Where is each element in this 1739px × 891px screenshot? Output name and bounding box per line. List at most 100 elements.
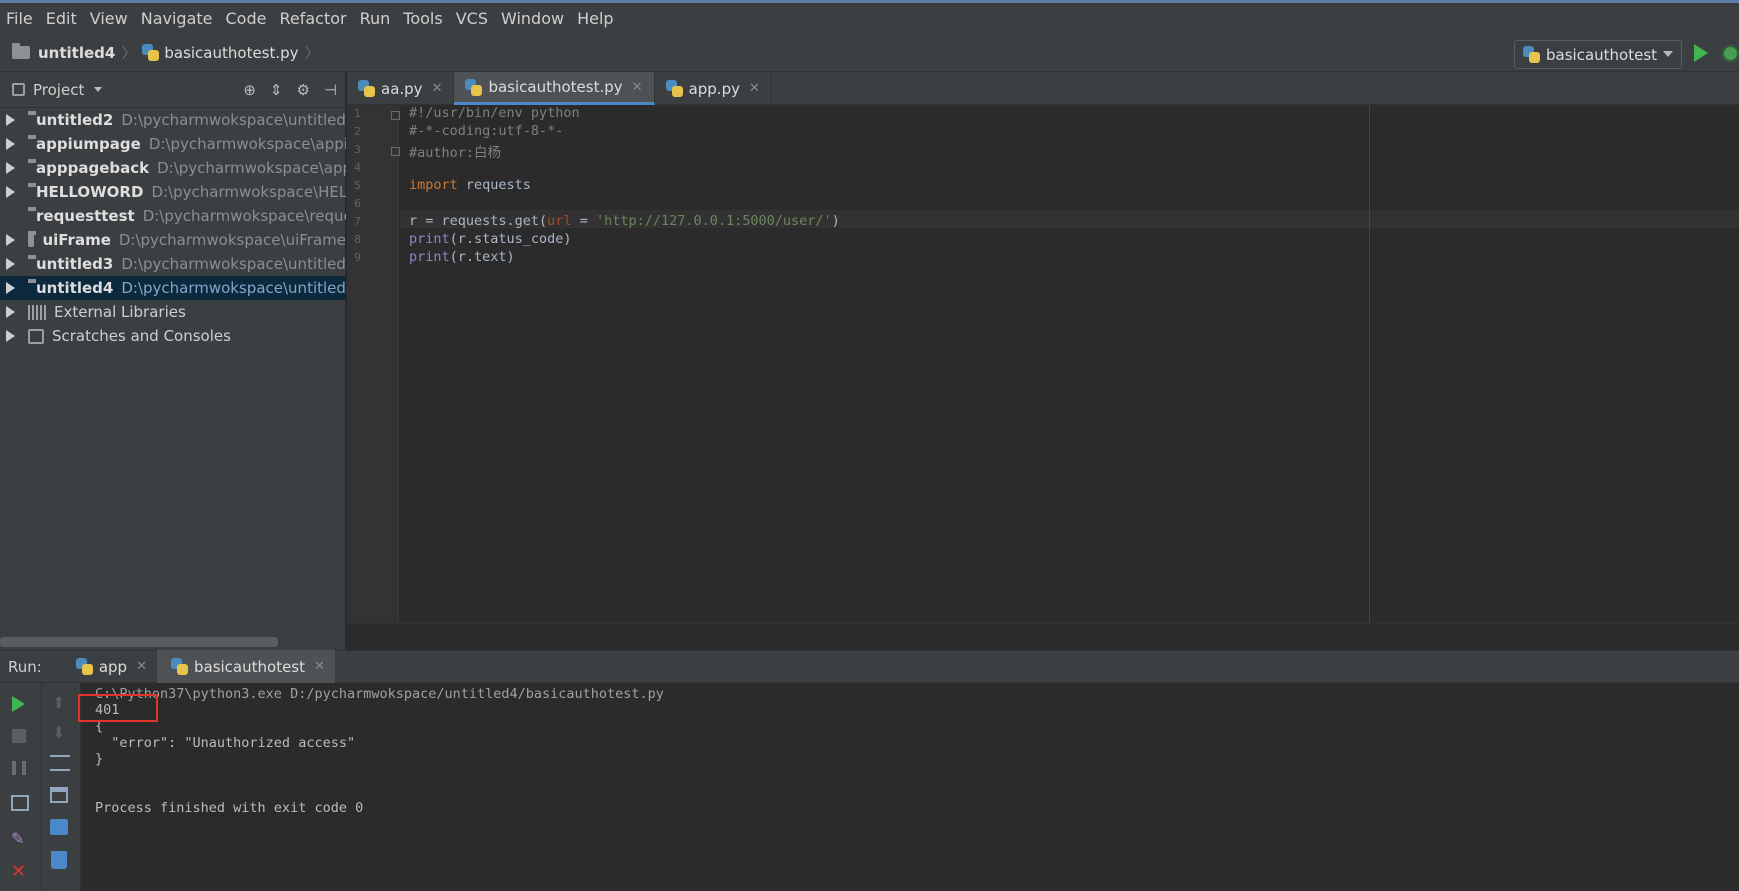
close-icon[interactable]: ✕ <box>432 81 443 96</box>
tree-item-name: uiFrame <box>42 231 111 249</box>
pin-tab-icon[interactable]: ✎ <box>11 829 28 848</box>
expand-arrow-icon[interactable] <box>6 234 15 246</box>
pause-icon[interactable] <box>12 761 26 775</box>
tree-item-path: D:\pycharmwokspace\untitled4 <box>121 279 346 297</box>
tree-item-uiframe[interactable]: uiFrame D:\pycharmwokspace\uiFrame <box>0 228 346 252</box>
tree-item-path: D:\pycharmwokspace\appiumpage <box>148 135 346 153</box>
project-panel-title[interactable]: Project <box>33 81 84 99</box>
close-icon[interactable]: ✕ <box>749 81 760 96</box>
close-icon[interactable]: ✕ <box>136 659 147 674</box>
close-icon[interactable]: ✕ <box>314 659 325 674</box>
console-error-line: "error": "Unauthorized access" <box>95 735 356 751</box>
soft-wrap-icon[interactable] <box>50 755 70 771</box>
tree-item-appiumpage[interactable]: appiumpage D:\pycharmwokspace\appiumpage <box>0 132 346 156</box>
breadcrumb-file[interactable]: basicauthotest.py <box>164 44 298 62</box>
tree-item-external-libraries[interactable]: External Libraries <box>0 300 346 324</box>
breadcrumb-separator-icon: 〉 <box>304 44 320 62</box>
menu-file[interactable]: File <box>6 9 33 28</box>
breadcrumb-project[interactable]: untitled4 <box>38 44 115 62</box>
close-icon[interactable]: ✕ <box>632 80 643 95</box>
line-number: 2 <box>354 125 361 138</box>
menu-tools[interactable]: Tools <box>403 9 442 28</box>
run-icon[interactable] <box>1694 44 1708 62</box>
menu-window[interactable]: Window <box>501 9 564 28</box>
tree-item-helloword[interactable]: HELLOWORD D:\pycharmwokspace\HELLOWORD <box>0 180 346 204</box>
code-text: requests <box>457 177 531 193</box>
close-run-icon[interactable]: ✕ <box>11 861 28 882</box>
expand-arrow-icon[interactable] <box>6 306 15 318</box>
run-panel-label: Run: <box>8 657 42 676</box>
console-brace-close: } <box>95 751 104 767</box>
tree-item-requesttest[interactable]: requesttest D:\pycharmwokspace\requestte… <box>0 204 346 228</box>
expand-arrow-icon[interactable] <box>6 114 15 126</box>
menu-navigate[interactable]: Navigate <box>141 9 213 28</box>
folder-icon <box>12 43 30 59</box>
tree-item-path: D:\pycharmwokspace\uiFrame <box>118 231 346 249</box>
expand-arrow-icon[interactable] <box>6 258 15 270</box>
menu-run[interactable]: Run <box>360 9 391 28</box>
trash-icon[interactable] <box>51 851 67 869</box>
tree-item-untitled3[interactable]: untitled3 D:\pycharmwokspace\untitled3 <box>0 252 346 276</box>
tab-app-py[interactable]: app.py ✕ <box>655 72 772 105</box>
folder-icon <box>28 230 37 247</box>
code-text: (r.text) <box>449 249 515 265</box>
gear-icon[interactable]: ⚙ <box>296 81 309 99</box>
tab-aa-py[interactable]: aa.py ✕ <box>347 72 455 105</box>
menu-vcs[interactable]: VCS <box>456 9 488 28</box>
run-tab-basicauthotest[interactable]: basicauthotest ✕ <box>156 650 335 683</box>
menu-help[interactable]: Help <box>577 9 613 28</box>
tree-item-scratches[interactable]: Scratches and Consoles <box>0 324 346 348</box>
line-number: 7 <box>354 215 361 228</box>
tree-item-path: D:\pycharmwokspace\untitled2 <box>121 111 346 129</box>
locate-icon[interactable]: ⊕ <box>243 81 256 99</box>
chevron-down-icon[interactable] <box>94 87 103 92</box>
up-arrow-icon[interactable]: ⬆ <box>52 693 69 712</box>
stop-icon[interactable] <box>12 729 26 743</box>
tree-item-name: HELLOWORD <box>36 183 144 201</box>
expand-arrow-icon[interactable] <box>6 186 15 198</box>
horizontal-scrollbar[interactable] <box>0 637 278 647</box>
tree-item-name: appiumpage <box>36 135 141 153</box>
tree-item-name: untitled2 <box>36 111 114 129</box>
param-name: url <box>547 213 572 229</box>
expand-arrow-icon[interactable] <box>6 282 15 294</box>
fold-marker-icon[interactable] <box>391 111 400 120</box>
code-text: = <box>571 213 596 229</box>
dump-threads-icon[interactable] <box>11 795 29 811</box>
down-arrow-icon[interactable]: ⬇ <box>52 723 69 742</box>
tree-item-untitled2[interactable]: untitled2 D:\pycharmwokspace\untitled2 <box>0 108 346 132</box>
menu-edit[interactable]: Edit <box>46 9 77 28</box>
console-finished: Process finished with exit code 0 <box>95 800 364 816</box>
project-tree: untitled2 D:\pycharmwokspace\untitled2 a… <box>0 108 346 348</box>
code-text: ) <box>831 213 840 229</box>
console-command: C:\Python37\python3.exe D:/pycharmwokspa… <box>95 686 664 702</box>
expand-arrow-icon[interactable] <box>6 330 15 342</box>
code-line-7: r = requests.get(url = 'http://127.0.0.1… <box>409 213 840 229</box>
print-icon[interactable] <box>50 819 68 835</box>
line-number: 3 <box>354 143 361 156</box>
python-file-icon <box>358 80 375 97</box>
collapse-all-icon[interactable]: ⇕ <box>270 81 283 99</box>
menu-code[interactable]: Code <box>226 9 267 28</box>
run-configuration-select[interactable]: basicauthotest <box>1514 40 1682 69</box>
tree-item-untitled4[interactable]: untitled4 D:\pycharmwokspace\untitled4 <box>0 276 346 300</box>
menu-view[interactable]: View <box>90 9 128 28</box>
tab-label: aa.py <box>381 79 423 98</box>
rerun-icon[interactable] <box>12 696 25 712</box>
tab-basicauthotest-py[interactable]: basicauthotest.py ✕ <box>454 72 655 105</box>
hide-panel-icon[interactable]: ⊣ <box>324 81 337 99</box>
run-configuration-label: basicauthotest <box>1546 45 1658 64</box>
code-line-5: import requests <box>409 177 531 193</box>
expand-arrow-icon[interactable] <box>6 162 15 174</box>
expand-arrow-icon[interactable] <box>6 138 15 150</box>
code-editor[interactable]: 1 2 3 4 5 6 7 8 9 #!/usr/bin/env python … <box>347 105 1739 650</box>
tree-item-apppageback[interactable]: apppageback D:\pycharmwokspace\apppageba… <box>0 156 346 180</box>
run-tab-app[interactable]: app ✕ <box>62 650 157 683</box>
fold-marker-icon[interactable] <box>391 147 400 156</box>
scroll-to-end-icon[interactable] <box>50 787 68 803</box>
run-console[interactable]: C:\Python37\python3.exe D:/pycharmwokspa… <box>82 683 1739 891</box>
run-panel-header: Run: app ✕ basicauthotest ✕ <box>0 650 1739 683</box>
builtin-print: print <box>409 231 450 247</box>
debug-icon[interactable] <box>1722 45 1739 62</box>
menu-refactor[interactable]: Refactor <box>279 9 346 28</box>
